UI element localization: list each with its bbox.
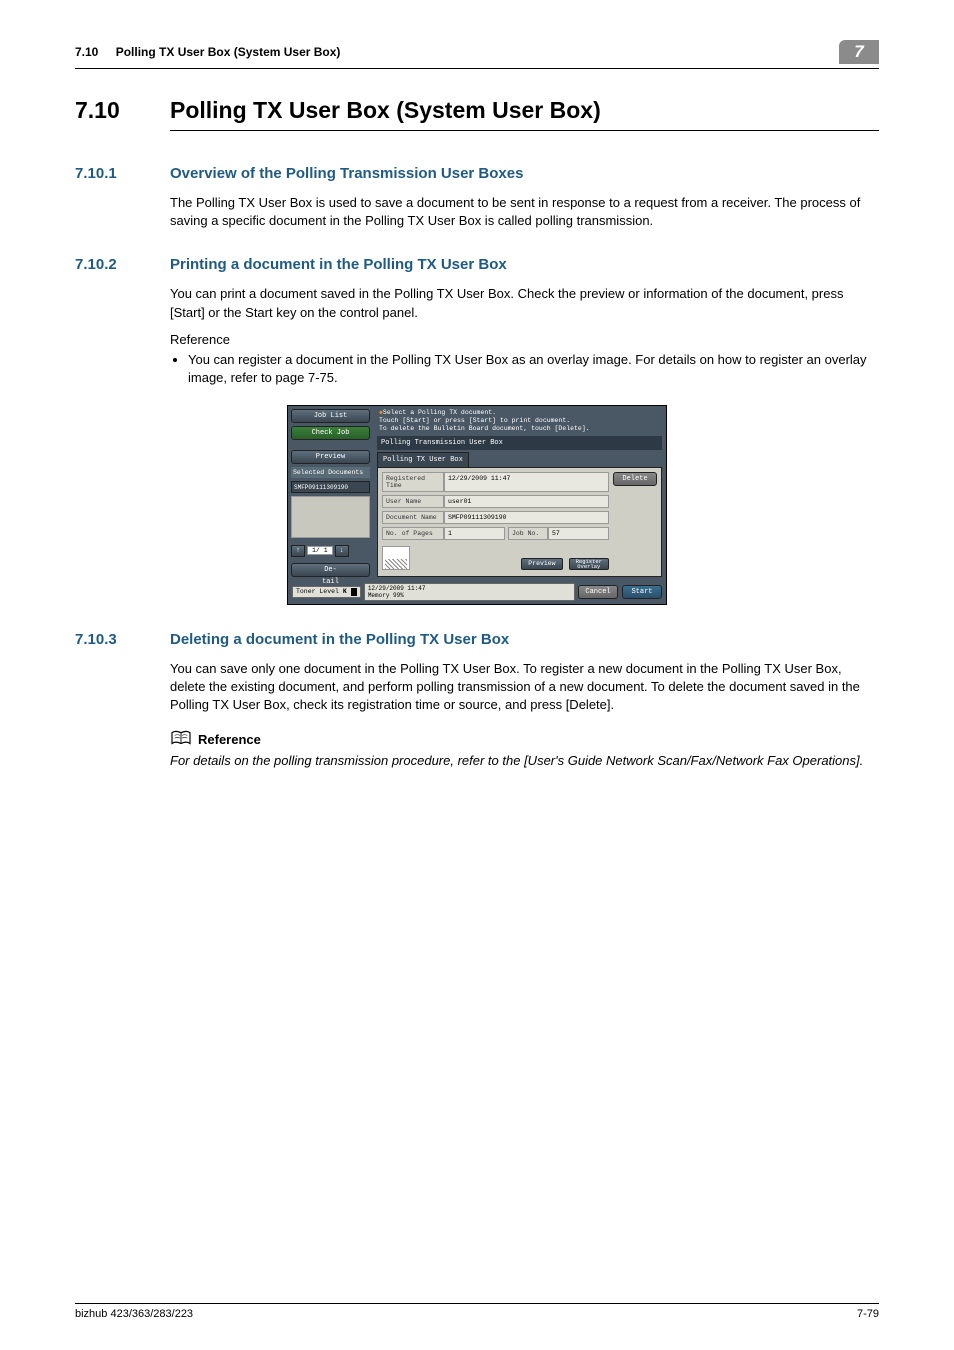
toner-level: Toner Level K: [292, 586, 361, 598]
pager-text: 1/ 1: [307, 546, 333, 555]
sec2-title: Printing a document in the Polling TX Us…: [170, 256, 507, 273]
sec1-body: The Polling TX User Box is used to save …: [170, 194, 879, 230]
selected-docs-header: Selected Documents: [291, 467, 370, 478]
sub-tab[interactable]: Polling TX User Box: [377, 452, 469, 467]
user-name-value: user01: [444, 495, 609, 508]
main-tab[interactable]: Polling Transmission User Box: [377, 436, 662, 450]
doc-name-label: Document Name: [382, 511, 444, 524]
device-screenshot: Job List Check Job Preview Selected Docu…: [287, 405, 667, 604]
toner-gauge-icon: [351, 588, 357, 596]
pages-value: 1: [444, 527, 505, 540]
preview-left-button[interactable]: Preview: [291, 450, 370, 464]
chapter-badge: 7: [839, 40, 879, 64]
start-button[interactable]: Start: [622, 585, 662, 599]
reference-heading: Reference: [198, 732, 261, 747]
sec2-number: 7.10.2: [75, 256, 170, 273]
sec3-title: Deleting a document in the Polling TX Us…: [170, 631, 509, 648]
page-up-button[interactable]: ↑: [291, 545, 305, 557]
status-datetime: 12/29/2009 11:47 Memory 99%: [364, 583, 575, 601]
sec3-body: You can save only one document in the Po…: [170, 660, 879, 715]
doc-name-value: SMFP09111309190: [444, 511, 609, 524]
delete-button[interactable]: Delete: [613, 472, 657, 486]
sec2-body: You can print a document saved in the Po…: [170, 285, 879, 321]
job-list-button[interactable]: Job List: [291, 409, 370, 423]
document-thumbnail: [382, 546, 410, 570]
job-no-label: Job No.: [508, 527, 548, 540]
check-job-button[interactable]: Check Job: [291, 426, 370, 440]
sec1-number: 7.10.1: [75, 165, 170, 182]
header-section-title: Polling TX User Box (System User Box): [116, 45, 341, 59]
reg-time-label: Registered Time: [382, 472, 444, 492]
screen-banner: ◆Select a Polling TX document. Touch [St…: [377, 409, 662, 432]
selected-doc-item[interactable]: SMFP09111309190: [291, 481, 370, 493]
preview-button[interactable]: Preview: [521, 558, 562, 570]
page-down-button[interactable]: ↓: [335, 545, 349, 557]
job-no-value: 57: [548, 527, 609, 540]
h1-title: Polling TX User Box (System User Box): [170, 97, 879, 131]
reference-body: For details on the polling transmission …: [170, 752, 879, 770]
detail-button[interactable]: De- tail: [291, 563, 370, 577]
selected-docs-list-area: [291, 496, 370, 537]
footer-model: bizhub 423/363/283/223: [75, 1308, 193, 1320]
footer-page: 7-79: [857, 1308, 879, 1320]
pages-label: No. of Pages: [382, 527, 444, 540]
page-running-header: 7.10 Polling TX User Box (System User Bo…: [75, 40, 879, 69]
h1-number: 7.10: [75, 97, 170, 131]
sec3-number: 7.10.3: [75, 631, 170, 648]
header-section-num: 7.10: [75, 45, 98, 59]
book-icon: [170, 730, 192, 748]
reg-time-value: 12/29/2009 11:47: [444, 472, 609, 492]
sec2-reference-label: Reference: [170, 332, 879, 347]
sec2-bullet-1: You can register a document in the Polli…: [188, 351, 879, 387]
cancel-button[interactable]: Cancel: [578, 585, 618, 599]
register-overlay-button[interactable]: Register Overlay: [569, 558, 609, 570]
user-name-label: User Name: [382, 495, 444, 508]
sec1-title: Overview of the Polling Transmission Use…: [170, 165, 523, 182]
